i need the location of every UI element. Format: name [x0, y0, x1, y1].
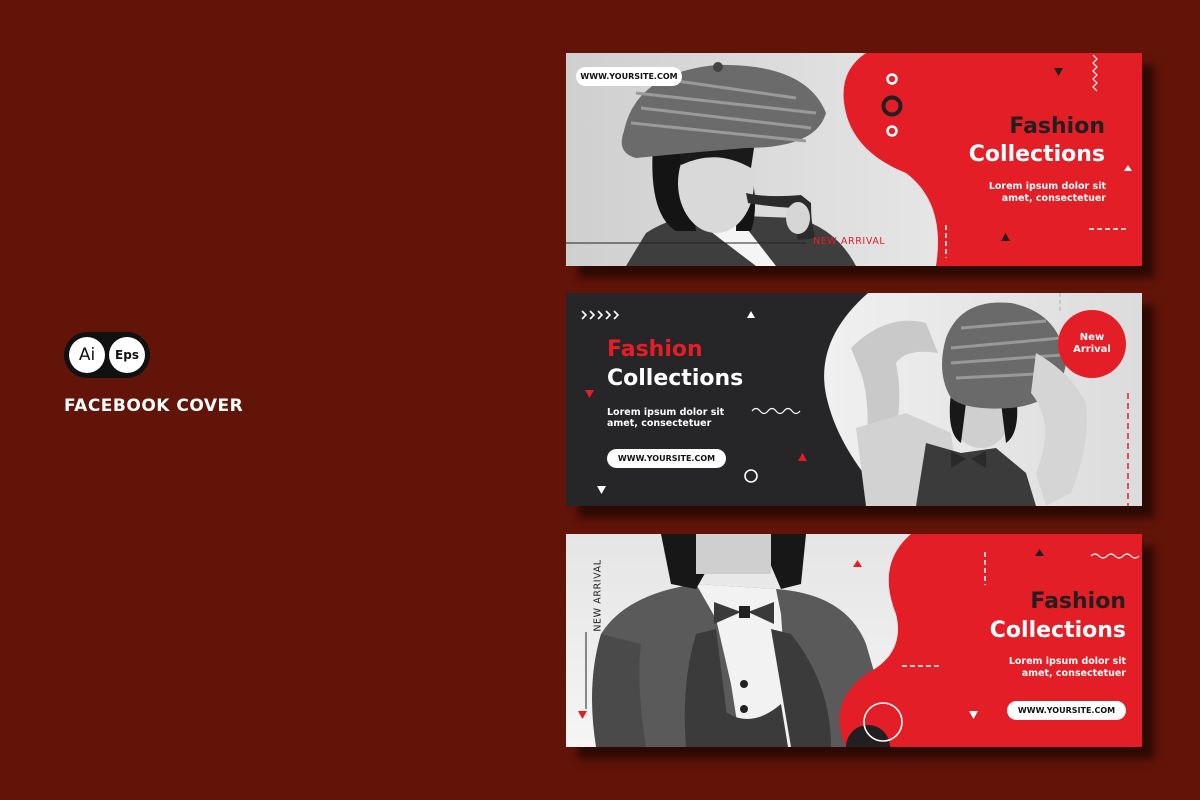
- cover-preview-1: WWW.YOURSITE.COM Fashion Collections Lor…: [566, 53, 1142, 266]
- new-arrival-badge-line1: New: [1079, 332, 1105, 343]
- cover-3-title-line1: Fashion: [1030, 589, 1126, 614]
- cover-3-tagline: NEW ARRIVAL: [592, 559, 604, 632]
- cover-3-title-line2: Collections: [989, 618, 1126, 643]
- cover-1-subtitle-line2: amet, consectetuer: [1001, 193, 1106, 204]
- new-arrival-badge: New Arrival: [1058, 310, 1126, 378]
- cover-preview-3: NEW ARRIVAL Fashion Collections Lorem ip…: [566, 534, 1142, 747]
- website-pill[interactable]: WWW.YOURSITE.COM: [576, 67, 682, 86]
- cover-2-photo: [566, 293, 1142, 506]
- product-label: FACEBOOK COVER: [64, 396, 244, 416]
- website-pill[interactable]: WWW.YOURSITE.COM: [607, 449, 726, 468]
- cover-3-subtitle-line1: Lorem ipsum dolor sit: [1008, 656, 1126, 667]
- website-pill[interactable]: WWW.YOURSITE.COM: [1007, 701, 1126, 720]
- format-badge: Ai Eps: [64, 332, 150, 378]
- cover-2-title-line1: Fashion: [607, 337, 703, 362]
- eps-format-icon: Eps: [109, 337, 145, 373]
- cover-2-title-line2: Collections: [607, 366, 744, 391]
- cover-preview-2: Fashion Collections Lorem ipsum dolor si…: [566, 293, 1142, 506]
- new-arrival-badge-line2: Arrival: [1073, 344, 1111, 355]
- cover-2-subtitle-line2: amet, consectetuer: [607, 418, 712, 429]
- cover-3-subtitle-line2: amet, consectetuer: [1021, 668, 1126, 679]
- cover-1-subtitle-line1: Lorem ipsum dolor sit: [988, 181, 1106, 192]
- cover-1-tagline: NEW ARRIVAL: [813, 236, 886, 247]
- cover-1-title-line1: Fashion: [1009, 114, 1105, 139]
- cover-1-title-line2: Collections: [968, 142, 1105, 167]
- ai-format-icon: Ai: [69, 337, 105, 373]
